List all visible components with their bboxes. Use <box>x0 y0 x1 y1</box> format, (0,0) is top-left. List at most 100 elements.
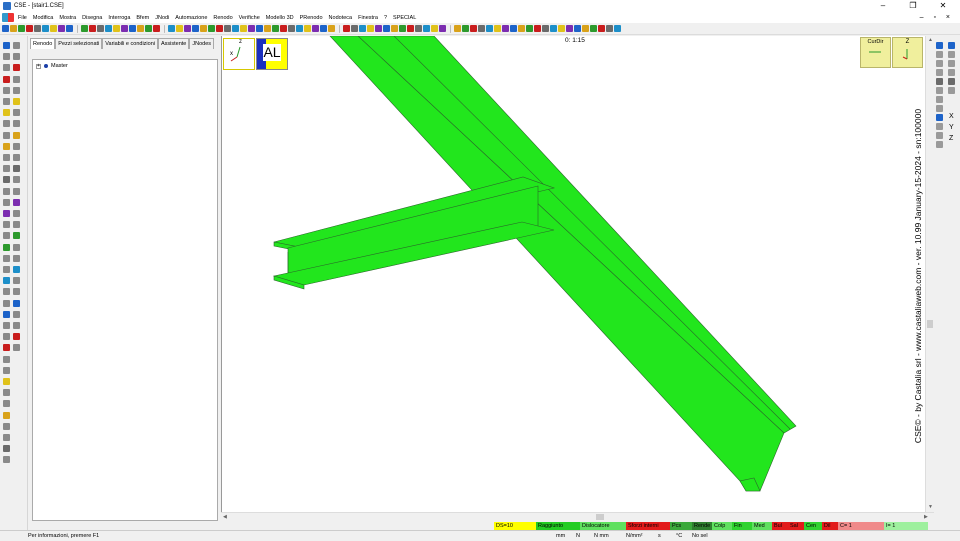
close-button[interactable]: ✕ <box>928 0 958 12</box>
toolbar-tool-icon[interactable] <box>558 25 565 32</box>
left-tool-icon[interactable] <box>3 187 10 195</box>
toolbar-tool-icon[interactable] <box>176 25 183 32</box>
left-tool-icon[interactable] <box>13 165 20 173</box>
left-tool-icon[interactable] <box>3 456 10 464</box>
menu-modifica[interactable]: Modifica <box>33 15 53 21</box>
toolbar-tool-icon[interactable] <box>50 25 57 32</box>
right-tool-icon[interactable] <box>936 114 943 121</box>
menu-finestra[interactable]: Finestra <box>358 15 378 21</box>
left-tool-icon[interactable] <box>3 445 10 453</box>
left-tool-icon[interactable] <box>13 243 20 251</box>
toolbar-tool-icon[interactable] <box>383 25 390 32</box>
left-tool-icon[interactable] <box>3 322 10 329</box>
left-tool-icon[interactable] <box>3 165 10 173</box>
toolbar-tool-icon[interactable] <box>240 25 247 32</box>
toolbar-tool-icon[interactable] <box>542 25 549 32</box>
left-tool-icon[interactable] <box>13 198 20 206</box>
left-tool-icon[interactable] <box>3 232 10 240</box>
left-tool-icon[interactable] <box>13 277 20 285</box>
scroll-down-icon[interactable]: ▼ <box>928 504 933 510</box>
right-tool-icon[interactable] <box>948 60 955 67</box>
right-tool-icon[interactable] <box>936 87 943 94</box>
left-tool-icon[interactable] <box>3 98 10 105</box>
toolbar-tool-icon[interactable] <box>304 25 311 32</box>
left-tool-icon[interactable] <box>13 120 20 128</box>
left-tool-icon[interactable] <box>3 243 10 251</box>
left-tool-icon[interactable] <box>3 210 10 217</box>
left-tool-icon[interactable] <box>3 254 10 262</box>
toolbar-tool-icon[interactable] <box>224 25 231 32</box>
toolbar-tool-icon[interactable] <box>351 25 358 32</box>
horizontal-scroll-thumb[interactable] <box>596 514 604 520</box>
toolbar-tool-icon[interactable] <box>264 25 271 32</box>
curdir-box[interactable]: CurDir <box>860 37 891 68</box>
left-tool-icon[interactable] <box>13 42 20 49</box>
tab-variabili-condizioni[interactable]: Variabili e condizioni <box>102 38 158 49</box>
toolbar-tool-icon[interactable] <box>478 25 485 32</box>
toolbar-tool-icon[interactable] <box>328 25 335 32</box>
toolbar-tool-icon[interactable] <box>359 25 366 32</box>
toolbar-tool-icon[interactable] <box>18 25 25 32</box>
tab-pezzi-selezionati[interactable]: Pezzi selezionati <box>55 38 103 49</box>
toolbar-tool-icon[interactable] <box>121 25 128 32</box>
right-axis-x[interactable]: X <box>949 113 954 120</box>
right-tool-icon[interactable] <box>948 87 955 94</box>
left-tool-icon[interactable] <box>13 98 20 105</box>
menu-nodoteca[interactable]: Nodoteca <box>329 15 353 21</box>
toolbar-tool-icon[interactable] <box>502 25 509 32</box>
vertical-scroll-thumb[interactable] <box>927 320 933 328</box>
toolbar-tool-icon[interactable] <box>58 25 65 32</box>
left-tool-icon[interactable] <box>13 176 20 184</box>
left-tool-icon[interactable] <box>13 64 20 72</box>
left-tool-icon[interactable] <box>3 154 10 161</box>
toolbar-tool-icon[interactable] <box>614 25 621 32</box>
toolbar-tool-icon[interactable] <box>10 25 17 32</box>
right-tool-icon[interactable] <box>948 42 955 49</box>
left-tool-icon[interactable] <box>13 333 20 341</box>
left-tool-icon[interactable] <box>3 221 10 229</box>
tree-node-master[interactable]: + Master <box>36 63 68 69</box>
left-tool-icon[interactable] <box>3 42 10 49</box>
right-tool-icon[interactable] <box>936 141 943 148</box>
toolbar-tool-icon[interactable] <box>145 25 152 32</box>
left-tool-icon[interactable] <box>3 64 10 72</box>
toolbar-tool-icon[interactable] <box>97 25 104 32</box>
left-tool-icon[interactable] <box>3 120 10 128</box>
minimize-button[interactable]: – <box>868 0 898 12</box>
right-tool-icon[interactable] <box>936 78 943 85</box>
toolbar-tool-icon[interactable] <box>272 25 279 32</box>
toolbar-tool-icon[interactable] <box>192 25 199 32</box>
left-tool-icon[interactable] <box>13 232 20 240</box>
toolbar-tool-icon[interactable] <box>288 25 295 32</box>
menu-interroga[interactable]: Interroga <box>108 15 130 21</box>
menu-disegna[interactable]: Disegna <box>82 15 102 21</box>
left-tool-icon[interactable] <box>13 142 20 150</box>
toolbar-tool-icon[interactable] <box>2 25 9 32</box>
toolbar-tool-icon[interactable] <box>550 25 557 32</box>
left-tool-icon[interactable] <box>13 254 20 262</box>
view-mode-box[interactable]: AL <box>256 38 288 70</box>
left-tool-icon[interactable] <box>3 366 10 374</box>
toolbar-tool-icon[interactable] <box>375 25 382 32</box>
left-tool-icon[interactable] <box>3 389 10 397</box>
left-tool-icon[interactable] <box>3 355 10 363</box>
left-tool-icon[interactable] <box>13 187 20 195</box>
menu-verifiche[interactable]: Verifiche <box>239 15 260 21</box>
left-tool-icon[interactable] <box>3 333 10 341</box>
toolbar-tool-icon[interactable] <box>510 25 517 32</box>
left-tool-icon[interactable] <box>3 299 10 307</box>
left-tool-icon[interactable] <box>3 86 10 94</box>
left-tool-icon[interactable] <box>3 109 10 117</box>
toolbar-tool-icon[interactable] <box>598 25 605 32</box>
toolbar-tool-icon[interactable] <box>42 25 49 32</box>
toolbar-tool-icon[interactable] <box>153 25 160 32</box>
horizontal-scrollbar[interactable]: ◀ ▶ <box>221 512 934 521</box>
toolbar-tool-icon[interactable] <box>590 25 597 32</box>
toolbar-tool-icon[interactable] <box>26 25 33 32</box>
scroll-right-icon[interactable]: ▶ <box>924 514 928 520</box>
left-tool-icon[interactable] <box>3 142 10 150</box>
right-tool-icon[interactable] <box>948 69 955 76</box>
left-tool-icon[interactable] <box>13 310 20 318</box>
toolbar-tool-icon[interactable] <box>415 25 422 32</box>
toolbar-tool-icon[interactable] <box>534 25 541 32</box>
